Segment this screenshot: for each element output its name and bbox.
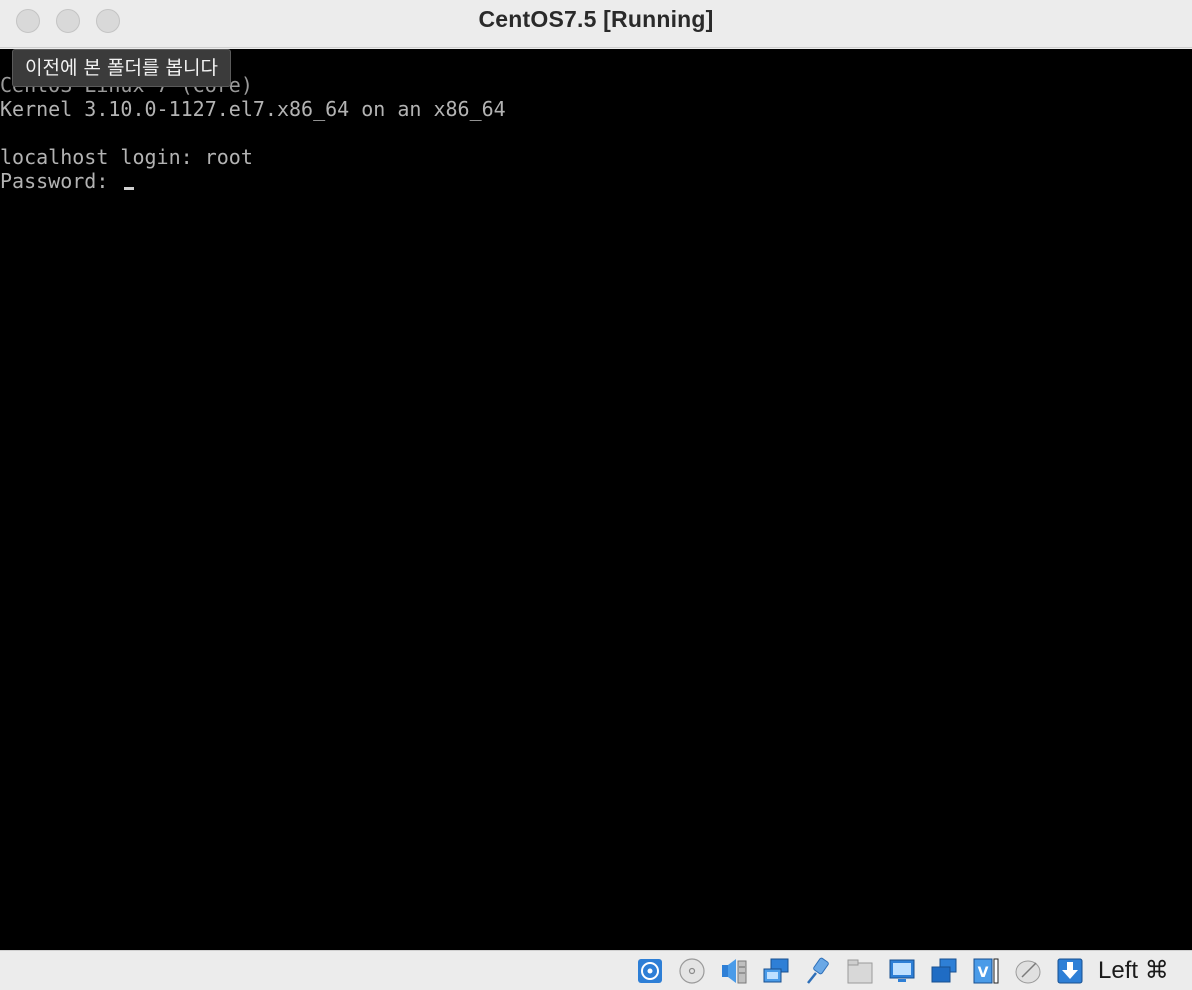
console-line-login: localhost login: root — [0, 145, 253, 169]
network-icon[interactable] — [762, 957, 790, 985]
recording-icon[interactable] — [930, 957, 958, 985]
host-key-label: Left ⌘ — [1098, 957, 1169, 984]
tooltip: 이전에 본 폴더를 봅니다 — [12, 49, 231, 87]
audio-icon[interactable] — [720, 957, 748, 985]
console-line-password: Password: — [0, 169, 135, 193]
window-title: CentOS7.5 [Running] — [478, 6, 714, 32]
title-bar: CentOS7.5 [Running] — [0, 0, 1192, 48]
hard-disk-icon[interactable] — [636, 957, 664, 985]
optical-drive-icon[interactable] — [678, 957, 706, 985]
keyboard-capture-icon[interactable] — [1056, 957, 1084, 985]
console-line-kernel: Kernel 3.10.0-1127.el7.x86_64 on an x86_… — [0, 97, 506, 121]
usb-icon[interactable] — [804, 957, 832, 985]
password-prompt: Password: — [0, 169, 121, 193]
status-bar: V Left ⌘ — [0, 950, 1192, 990]
text-cursor — [124, 187, 135, 190]
shared-folders-icon[interactable] — [846, 957, 874, 985]
mouse-integration-icon[interactable] — [1014, 957, 1042, 985]
vm-console-screen[interactable]: CentOS Linux 7 (Core) Kernel 3.10.0-1127… — [0, 49, 1192, 950]
svg-text:V: V — [978, 965, 989, 981]
vm-window: CentOS7.5 [Running] CentOS Linux 7 (Core… — [0, 0, 1192, 990]
display-icon[interactable] — [888, 957, 916, 985]
cpu-icon[interactable]: V — [972, 957, 1000, 985]
